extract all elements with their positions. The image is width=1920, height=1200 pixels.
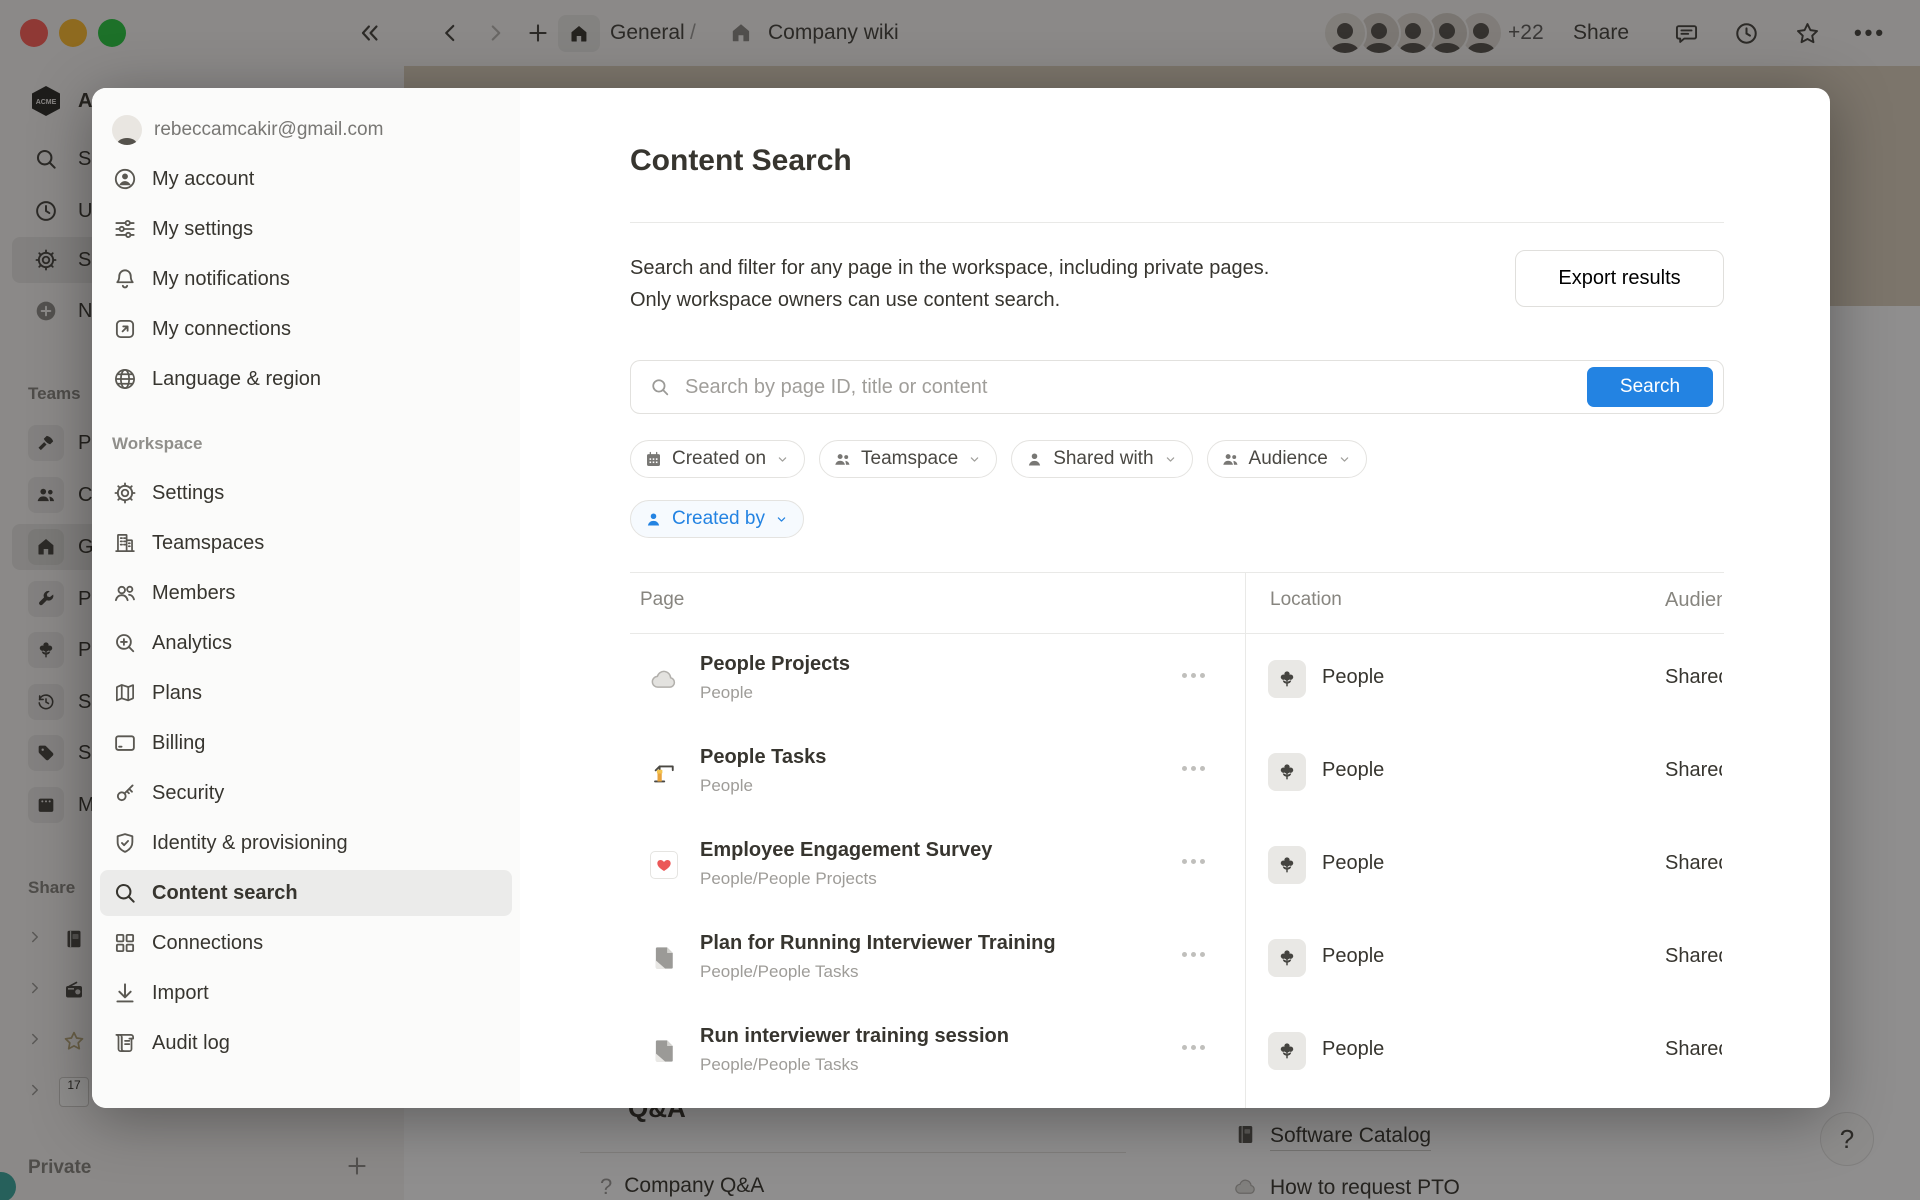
nav-item-connections[interactable]: Connections xyxy=(100,920,512,966)
person-icon xyxy=(1025,450,1044,469)
crane-icon xyxy=(648,756,680,788)
chevron-down-icon xyxy=(775,452,790,467)
cloud-icon xyxy=(648,663,680,695)
nav-item-my-settings[interactable]: My settings xyxy=(100,206,512,252)
page-icon xyxy=(648,1035,680,1067)
gear-icon xyxy=(112,480,138,506)
page-description: Search and filter for any page in the wo… xyxy=(630,252,1490,316)
filter-teamspace[interactable]: Teamspace xyxy=(819,440,997,478)
download-icon xyxy=(112,980,138,1006)
account-row: rebeccamcakir@gmail.com xyxy=(112,110,383,150)
audience-value: Shared xyxy=(1665,1038,1722,1061)
content-search-panel: Content Search Search and filter for any… xyxy=(630,88,1724,1108)
row-more-options-icon[interactable] xyxy=(1182,673,1205,678)
settings-nav: rebeccamcakir@gmail.com My account My se… xyxy=(92,88,520,1108)
teamspace-flower-icon xyxy=(1268,660,1306,698)
teamspace-flower-icon xyxy=(1268,753,1306,791)
magnifier-icon xyxy=(112,880,138,906)
search-button[interactable]: Search xyxy=(1587,367,1713,407)
row-more-options-icon[interactable] xyxy=(1182,766,1205,771)
user-avatar xyxy=(112,115,142,145)
audience-value: Shared xyxy=(1665,759,1722,782)
divider xyxy=(630,222,1724,223)
settings-modal: rebeccamcakir@gmail.com My account My se… xyxy=(92,88,1830,1108)
column-header-audience: Audience xyxy=(1665,589,1722,612)
nav-item-plans[interactable]: Plans xyxy=(100,670,512,716)
filter-created-by[interactable]: Created by xyxy=(630,500,804,538)
teamspace-flower-icon xyxy=(1268,846,1306,884)
grid-icon xyxy=(112,930,138,956)
table-row[interactable]: Employee Engagement Survey People/People… xyxy=(630,819,1724,912)
content-search-bar: Search xyxy=(630,360,1724,414)
chevron-down-icon xyxy=(967,452,982,467)
page-title: Content Search xyxy=(630,144,852,178)
filter-created-on[interactable]: Created on xyxy=(630,440,805,478)
nav-item-my-account[interactable]: My account xyxy=(100,156,512,202)
teamspace-flower-icon xyxy=(1268,1032,1306,1070)
nav-item-billing[interactable]: Billing xyxy=(100,720,512,766)
table-row[interactable]: People Projects People People Shared xyxy=(630,633,1724,726)
results-table: Page Location Audience People Projects P… xyxy=(630,572,1724,1108)
heart-icon xyxy=(648,849,680,881)
filter-shared-with[interactable]: Shared with xyxy=(1011,440,1192,478)
people-icon xyxy=(1221,450,1240,469)
column-header-page: Page xyxy=(640,589,684,611)
person-icon xyxy=(644,510,663,529)
account-email: rebeccamcakir@gmail.com xyxy=(154,119,383,141)
nav-item-my-notifications[interactable]: My notifications xyxy=(100,256,512,302)
arrow-up-right-box-icon xyxy=(112,316,138,342)
workspace-section-label: Workspace xyxy=(112,434,520,454)
nav-item-language-region[interactable]: Language & region xyxy=(100,356,512,402)
table-row[interactable]: Plan for Running Interviewer Training Pe… xyxy=(630,912,1724,1005)
teamspace-flower-icon xyxy=(1268,939,1306,977)
audience-value: Shared xyxy=(1665,852,1722,875)
nav-item-analytics[interactable]: Analytics xyxy=(100,620,512,666)
scroll-icon xyxy=(112,1030,138,1056)
screen: General / Company wiki +22 Share ••• ACM… xyxy=(0,0,1920,1200)
row-more-options-icon[interactable] xyxy=(1182,859,1205,864)
sliders-icon xyxy=(112,216,138,242)
calendar-icon xyxy=(644,450,663,469)
nav-item-security[interactable]: Security xyxy=(100,770,512,816)
row-more-options-icon[interactable] xyxy=(1182,952,1205,957)
search-icon xyxy=(649,376,671,398)
nav-item-my-connections[interactable]: My connections xyxy=(100,306,512,352)
nav-item-teamspaces[interactable]: Teamspaces xyxy=(100,520,512,566)
nav-item-settings[interactable]: Settings xyxy=(100,470,512,516)
audience-value: Shared xyxy=(1665,666,1722,689)
chevron-down-icon xyxy=(774,512,789,527)
globe-icon xyxy=(112,366,138,392)
audience-value: Shared xyxy=(1665,945,1722,968)
nav-item-import[interactable]: Import xyxy=(100,970,512,1016)
nav-item-audit-log[interactable]: Audit log xyxy=(100,1020,512,1066)
shield-check-icon xyxy=(112,830,138,856)
nav-item-identity-provisioning[interactable]: Identity & provisioning xyxy=(100,820,512,866)
person-circle-icon xyxy=(112,166,138,192)
nav-item-content-search[interactable]: Content search xyxy=(100,870,512,916)
people-icon xyxy=(112,580,138,606)
people-icon xyxy=(833,450,852,469)
chevron-down-icon xyxy=(1337,452,1352,467)
search-input[interactable] xyxy=(683,375,1723,400)
credit-card-icon xyxy=(112,730,138,756)
building-icon xyxy=(112,530,138,556)
column-header-location: Location xyxy=(1270,589,1342,611)
filter-audience[interactable]: Audience xyxy=(1207,440,1367,478)
nav-item-members[interactable]: Members xyxy=(100,570,512,616)
chart-magnifier-icon xyxy=(112,630,138,656)
bell-icon xyxy=(112,266,138,292)
map-icon xyxy=(112,680,138,706)
page-icon xyxy=(648,942,680,974)
row-more-options-icon[interactable] xyxy=(1182,1045,1205,1050)
key-icon xyxy=(112,780,138,806)
export-results-button[interactable]: Export results xyxy=(1515,250,1724,307)
table-row[interactable]: People Tasks People People Shared xyxy=(630,726,1724,819)
chevron-down-icon xyxy=(1163,452,1178,467)
table-row[interactable]: Run interviewer training session People/… xyxy=(630,1005,1724,1098)
